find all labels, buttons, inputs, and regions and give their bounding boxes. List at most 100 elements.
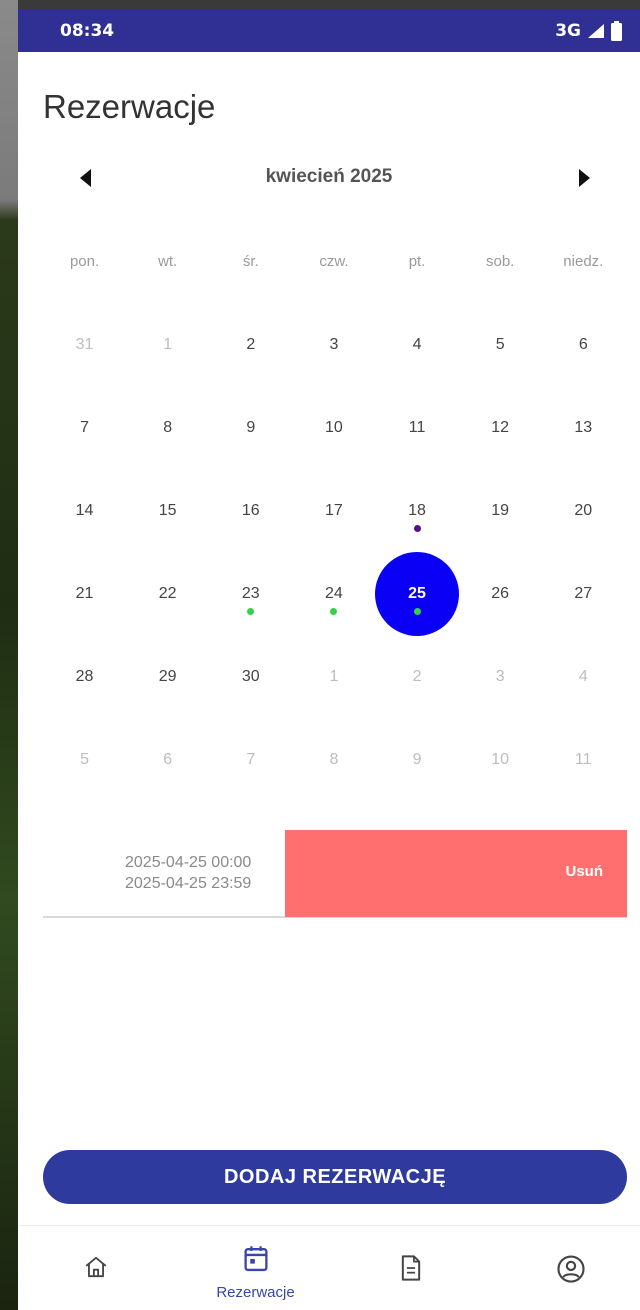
app-screen: 08:34 3G Rezerwacje kwiecień 2025 pon. wt…: [18, 10, 640, 1310]
day-number: 22: [158, 584, 177, 602]
weekday-label: wt.: [158, 253, 178, 270]
day-number: 2: [246, 335, 256, 353]
day-number: 9: [412, 750, 422, 768]
day-number: 14: [75, 501, 94, 519]
calendar-day[interactable]: 10: [459, 718, 542, 801]
status-time: 08:34: [60, 21, 115, 41]
calendar-day[interactable]: 19: [459, 469, 542, 552]
weekday-label: niedz.: [563, 253, 604, 270]
next-month-button[interactable]: [564, 158, 604, 198]
calendar-day[interactable]: 21: [43, 552, 126, 635]
calendar-day[interactable]: 30: [209, 635, 292, 718]
calendar-day[interactable]: 27: [542, 552, 625, 635]
calendar-day[interactable]: 5: [43, 718, 126, 801]
calendar-day[interactable]: 5: [459, 303, 542, 386]
day-number: 19: [491, 501, 510, 519]
day-number: 6: [163, 750, 173, 768]
reservation-item[interactable]: 2025-04-25 00:00 2025-04-25 23:59 Usuń: [43, 830, 627, 918]
calendar-day[interactable]: 7: [43, 386, 126, 469]
day-number: 8: [163, 418, 173, 436]
weekday-label: śr.: [242, 253, 259, 270]
delete-label: Usuń: [565, 863, 604, 880]
calendar-day[interactable]: 14: [43, 469, 126, 552]
calendar-day[interactable]: 16: [209, 469, 292, 552]
calendar-day[interactable]: 8: [126, 386, 209, 469]
reservation-indicator-dot: [413, 525, 421, 532]
calendar-day[interactable]: 11: [542, 718, 625, 801]
battery-icon: [611, 21, 622, 41]
day-number: 10: [325, 418, 343, 436]
nav-home[interactable]: [18, 1226, 173, 1310]
month-label: kwiecień 2025: [265, 166, 393, 187]
calendar-day[interactable]: 12: [459, 386, 542, 469]
calendar-day[interactable]: 8: [292, 718, 375, 801]
nav-reservations-label: Rezerwacje: [216, 1284, 295, 1301]
chevron-right-icon: [579, 169, 590, 187]
calendar-day[interactable]: 23: [209, 552, 292, 635]
reservation-start: 2025-04-25 00:00: [125, 854, 252, 871]
calendar-day[interactable]: 26: [459, 552, 542, 635]
calendar-day[interactable]: 24: [292, 552, 375, 635]
calendar-day[interactable]: 4: [542, 635, 625, 718]
calendar-day[interactable]: 4: [376, 303, 459, 386]
day-number: 20: [574, 501, 593, 519]
day-number: 24: [325, 584, 343, 602]
calendar-day[interactable]: 1: [126, 303, 209, 386]
day-number: 27: [574, 584, 593, 602]
calendar-day[interactable]: 17: [292, 469, 375, 552]
day-number: 11: [408, 418, 426, 436]
day-number: 8: [329, 750, 339, 768]
calendar-week: 28 29 30 1 2 3 4: [43, 635, 625, 718]
calendar-day[interactable]: 20: [542, 469, 625, 552]
document-icon: [399, 1254, 423, 1287]
calendar-day[interactable]: 9: [209, 386, 292, 469]
add-reservation-button[interactable]: DODAJ REZERWACJĘ: [43, 1150, 627, 1204]
day-number: 12: [491, 418, 510, 436]
weekday-label: czw.: [319, 253, 349, 270]
calendar-day[interactable]: 9: [376, 718, 459, 801]
calendar-day[interactable]: 3: [292, 303, 375, 386]
calendar-grid: pon. wt. śr. czw. pt. sob. niedz. 31 1 2 3 4 5 6 7 8 9 1…: [43, 220, 625, 801]
day-number: 16: [241, 501, 260, 519]
calendar-day-selected[interactable]: 25: [375, 551, 460, 636]
calendar-day[interactable]: 6: [542, 303, 625, 386]
nav-documents[interactable]: [333, 1226, 488, 1310]
nav-reservations[interactable]: Rezerwacje: [178, 1226, 333, 1310]
calendar-day[interactable]: 11: [376, 386, 459, 469]
calendar-day[interactable]: 22: [126, 552, 209, 635]
weekday-header: pon. wt. śr. czw. pt. sob. niedz.: [43, 220, 625, 303]
day-number: 25: [408, 584, 426, 602]
home-icon: [83, 1254, 109, 1285]
calendar-day[interactable]: 28: [43, 635, 126, 718]
status-bar: 08:34 3G: [18, 10, 640, 52]
calendar-day[interactable]: 13: [542, 386, 625, 469]
day-number: 29: [158, 667, 177, 685]
day-number: 28: [75, 667, 94, 685]
weekday-label: sob.: [486, 253, 515, 270]
day-number: 17: [325, 501, 343, 519]
calendar-day[interactable]: 7: [209, 718, 292, 801]
calendar-day[interactable]: 10: [292, 386, 375, 469]
calendar-day[interactable]: 2: [209, 303, 292, 386]
nav-profile[interactable]: [493, 1226, 640, 1310]
calendar-week: 31 1 2 3 4 5 6: [43, 303, 625, 386]
calendar-day[interactable]: 15: [126, 469, 209, 552]
calendar-day[interactable]: 31: [43, 303, 126, 386]
calendar-week: 5 6 7 8 9 10 11: [43, 718, 625, 801]
calendar-day[interactable]: 29: [126, 635, 209, 718]
delete-reservation-button[interactable]: Usuń: [285, 830, 627, 917]
bottom-navigation: Rezerwacje: [18, 1225, 640, 1310]
reservation-indicator-dot: [247, 608, 255, 615]
calendar-day[interactable]: 1: [292, 635, 375, 718]
calendar-day[interactable]: 18: [376, 469, 459, 552]
calendar-day[interactable]: 2: [376, 635, 459, 718]
day-number: 11: [575, 750, 592, 768]
reservation-indicator-dot: [413, 608, 421, 615]
calendar-day[interactable]: 6: [126, 718, 209, 801]
day-number: 4: [412, 335, 422, 353]
page-title: Rezerwacje: [43, 88, 216, 125]
calendar-day[interactable]: 3: [459, 635, 542, 718]
day-number: 18: [408, 501, 426, 519]
day-number: 15: [158, 501, 177, 519]
day-number: 13: [574, 418, 593, 436]
